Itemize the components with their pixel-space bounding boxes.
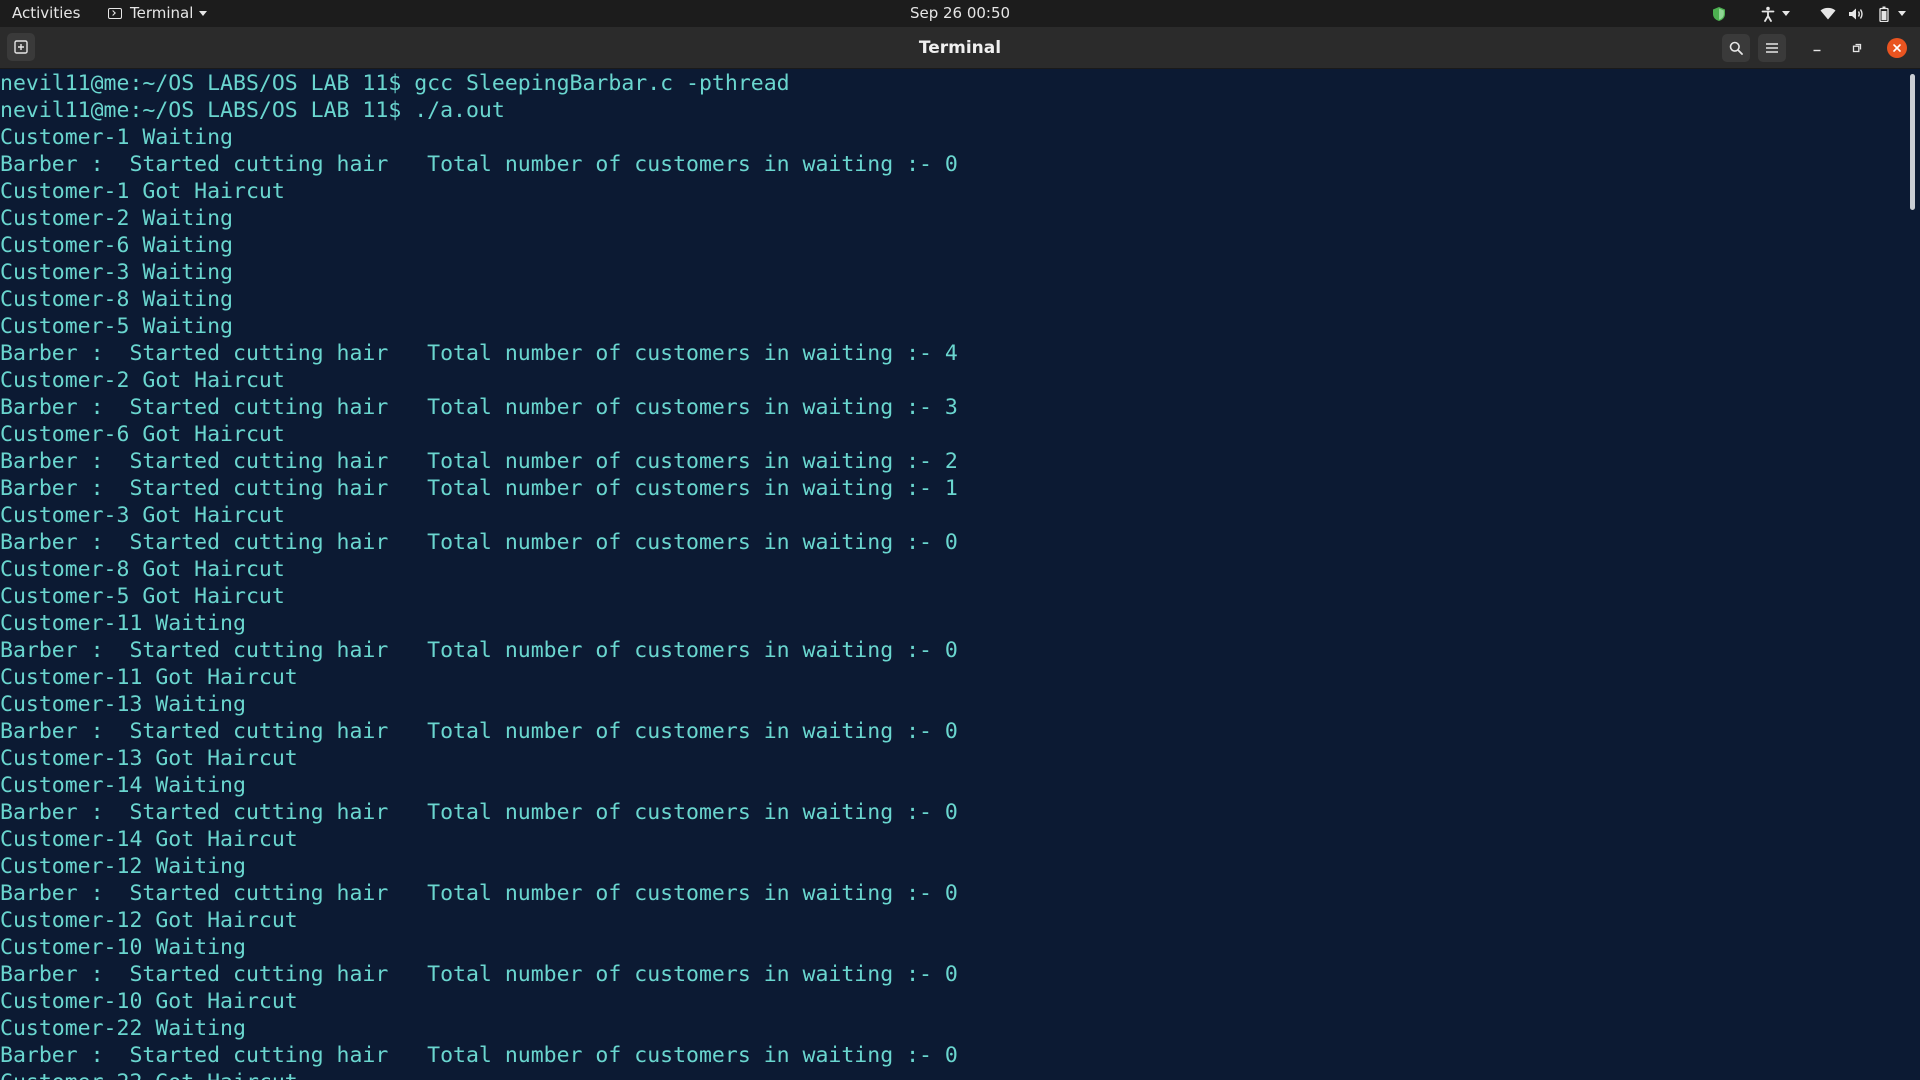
new-tab-icon — [14, 40, 28, 54]
terminal-line: Customer-11 Waiting — [0, 611, 246, 636]
hamburger-menu-button[interactable] — [1758, 34, 1786, 62]
chevron-down-icon[interactable] — [1782, 11, 1790, 16]
terminal-line: Barber : Started cutting hair Total numb… — [0, 530, 958, 555]
terminal-line: Customer-1 Got Haircut — [0, 179, 285, 204]
terminal-line: Barber : Started cutting hair Total numb… — [0, 719, 958, 744]
restore-icon — [1852, 43, 1862, 53]
terminal-line: Barber : Started cutting hair Total numb… — [0, 800, 958, 825]
search-icon — [1729, 41, 1743, 55]
terminal-line: Customer-6 Got Haircut — [0, 422, 285, 447]
terminal-line: Barber : Started cutting hair Total numb… — [0, 449, 958, 474]
close-icon — [1893, 44, 1901, 52]
terminal-output[interactable]: nevil11@me:~/OS LABS/OS LAB 11$ gcc Slee… — [0, 70, 1906, 1080]
terminal-lines: nevil11@me:~/OS LABS/OS LAB 11$ gcc Slee… — [0, 70, 1906, 1080]
terminal-line: Barber : Started cutting hair Total numb… — [0, 152, 958, 177]
volume-icon[interactable] — [1844, 0, 1868, 27]
clock-container: Sep 26 00:50 — [0, 0, 1920, 27]
close-button[interactable] — [1887, 38, 1907, 58]
hamburger-icon — [1766, 43, 1778, 53]
terminal-line: Customer-12 Waiting — [0, 854, 246, 879]
terminal-line: Customer-12 Got Haircut — [0, 908, 298, 933]
wifi-icon[interactable] — [1816, 0, 1840, 27]
shield-icon[interactable] — [1704, 0, 1734, 27]
terminal-line: Barber : Started cutting hair Total numb… — [0, 1043, 958, 1068]
terminal-line: Customer-13 Got Haircut — [0, 746, 298, 771]
terminal-line: Customer-2 Got Haircut — [0, 368, 285, 393]
terminal-line: Customer-10 Waiting — [0, 935, 246, 960]
terminal-line: Customer-8 Waiting — [0, 287, 233, 312]
chevron-down-icon[interactable] — [1898, 11, 1906, 16]
terminal-line: Barber : Started cutting hair Total numb… — [0, 962, 958, 987]
terminal-line: Customer-2 Waiting — [0, 206, 233, 231]
terminal-line: Customer-22 Waiting — [0, 1016, 246, 1041]
scrollbar-thumb[interactable] — [1910, 74, 1915, 210]
system-tray[interactable] — [1704, 0, 1906, 27]
terminal-icon — [108, 8, 122, 19]
terminal-line: Barber : Started cutting hair Total numb… — [0, 395, 958, 420]
new-tab-button[interactable] — [7, 33, 35, 61]
app-menu-label: Terminal — [130, 4, 194, 22]
terminal-scrollbar[interactable] — [1906, 70, 1920, 1080]
terminal-line: Customer-22 Got Haircut — [0, 1069, 1906, 1080]
terminal-line: nevil11@me:~/OS LABS/OS LAB 11$ ./a.out — [0, 98, 505, 123]
system-top-bar: Activities Terminal Sep 26 00:50 — [0, 0, 1920, 27]
terminal-line: Customer-8 Got Haircut — [0, 557, 285, 582]
app-menu-button[interactable]: Terminal — [108, 0, 208, 27]
minimize-button[interactable] — [1807, 38, 1827, 58]
battery-icon[interactable] — [1874, 0, 1894, 27]
terminal-line: Barber : Started cutting hair Total numb… — [0, 476, 958, 501]
terminal-line: Customer-13 Waiting — [0, 692, 246, 717]
terminal-line: Customer-5 Waiting — [0, 314, 233, 339]
minimize-icon — [1813, 49, 1821, 52]
terminal-line: Customer-3 Waiting — [0, 260, 233, 285]
activities-label: Activities — [12, 4, 81, 22]
terminal-line: Customer-3 Got Haircut — [0, 503, 285, 528]
terminal-line: Barber : Started cutting hair Total numb… — [0, 341, 958, 366]
terminal-line: Barber : Started cutting hair Total numb… — [0, 881, 958, 906]
activities-button[interactable]: Activities — [12, 0, 80, 27]
accessibility-icon[interactable] — [1756, 0, 1780, 27]
window-title: Terminal — [918, 38, 1002, 58]
terminal-line: Customer-10 Got Haircut — [0, 989, 298, 1014]
terminal-line: Customer-6 Waiting — [0, 233, 233, 258]
terminal-line: nevil11@me:~/OS LABS/OS LAB 11$ gcc Slee… — [0, 71, 790, 96]
terminal-header-bar: Terminal — [0, 27, 1920, 69]
maximize-button[interactable] — [1847, 38, 1867, 58]
terminal-line: Customer-14 Got Haircut — [0, 827, 298, 852]
terminal-line: Customer-11 Got Haircut — [0, 665, 298, 690]
terminal-line: Customer-5 Got Haircut — [0, 584, 285, 609]
search-button[interactable] — [1722, 34, 1750, 62]
terminal-line: Barber : Started cutting hair Total numb… — [0, 638, 958, 663]
terminal-line: Customer-14 Waiting — [0, 773, 246, 798]
terminal-line: Customer-1 Waiting — [0, 125, 233, 150]
chevron-down-icon — [199, 11, 208, 16]
clock-button[interactable]: Sep 26 00:50 — [910, 4, 1010, 22]
